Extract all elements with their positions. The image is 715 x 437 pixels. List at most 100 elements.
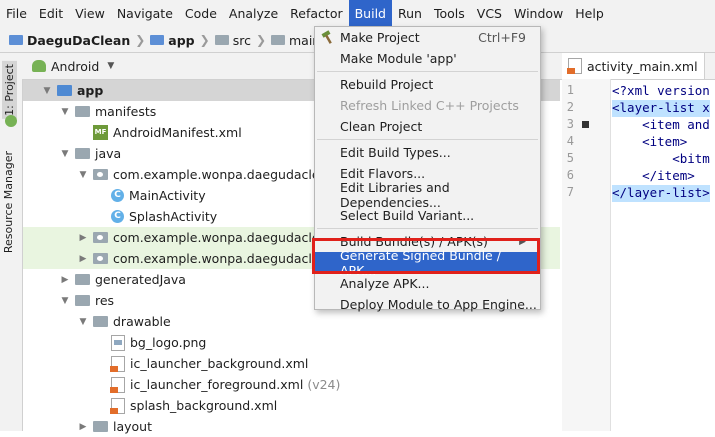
chevron-down-icon[interactable]: ▼ <box>77 317 89 327</box>
module-folder-icon <box>9 35 23 45</box>
chevron-down-icon[interactable]: ▼ <box>59 149 71 159</box>
tree-item-label: java <box>95 146 122 161</box>
build-menu-item-label: Deploy Module to App Engine... <box>340 297 537 312</box>
tree-file-item[interactable]: splash_background.xml <box>23 395 560 416</box>
class-icon: C <box>111 210 124 223</box>
package-icon <box>93 169 108 180</box>
menu-navigate[interactable]: Navigate <box>111 0 179 28</box>
tree-item-label: manifests <box>95 104 157 119</box>
chevron-down-icon[interactable]: ▼ <box>41 86 53 96</box>
build-menu-item-label: Select Build Variant... <box>340 208 475 223</box>
class-icon: C <box>111 189 124 202</box>
android-icon <box>32 60 46 72</box>
chevron-right-icon[interactable]: ▶ <box>77 254 89 264</box>
build-menu-item[interactable]: Edit Build Types... <box>315 142 540 163</box>
code-line: </item> <box>612 168 695 183</box>
tree-file-item[interactable]: bg_logo.png <box>23 332 560 353</box>
editor-tab-bar: activity_main.xml <box>562 53 715 80</box>
highlight-annotation-box <box>312 238 540 274</box>
line-number: 7 <box>566 185 574 199</box>
breakpoint-marker-icon <box>582 121 589 128</box>
module-folder-icon <box>150 35 165 45</box>
tree-item-suffix: (v24) <box>307 377 341 392</box>
editor-tab-activity-main[interactable]: activity_main.xml <box>562 53 705 79</box>
project-tool-tab[interactable]: 1: Project <box>2 61 17 119</box>
folder-icon <box>75 148 90 159</box>
build-menu-item-label: Edit Build Types... <box>340 145 451 160</box>
module-name: app <box>77 83 104 98</box>
build-menu-item[interactable]: Clean Project <box>315 116 540 137</box>
menu-bar: File Edit View Navigate Code Analyze Refactor B… <box>0 0 715 28</box>
menu-file[interactable]: File <box>0 0 33 28</box>
build-menu-item-label: Make Module 'app' <box>340 51 457 66</box>
package-icon <box>93 253 108 264</box>
shortcut-label: Ctrl+F9 <box>478 30 526 45</box>
xml-file-icon <box>567 58 582 74</box>
tree-file-item[interactable]: ic_launcher_foreground.xml (v24) <box>23 374 560 395</box>
chevron-right-icon[interactable]: ▶ <box>77 422 89 432</box>
left-tool-strip: 1: Project Resource Manager <box>0 53 23 431</box>
build-menu-item-label: Refresh Linked C++ Projects <box>340 98 519 113</box>
build-menu-item[interactable]: Deploy Module to App Engine... <box>315 294 540 315</box>
chevron-down-icon[interactable]: ▼ <box>77 170 89 180</box>
breadcrumb-item[interactable]: DaeguDaClean <box>6 33 133 48</box>
chevron-down-icon[interactable]: ▼ <box>59 296 71 306</box>
tree-item-label: AndroidManifest.xml <box>113 125 242 140</box>
build-menu-item-label: Rebuild Project <box>340 77 434 92</box>
build-menu-item-label: Clean Project <box>340 119 423 134</box>
menu-analyze[interactable]: Analyze <box>223 0 284 28</box>
tree-item-label: SplashActivity <box>129 209 218 224</box>
menu-help[interactable]: Help <box>569 0 610 28</box>
code-line: <item> <box>612 134 688 149</box>
build-menu-item[interactable]: Analyze APK... <box>315 273 540 294</box>
menu-separator <box>317 139 538 140</box>
chevron-right-icon[interactable]: ▶ <box>77 233 89 243</box>
line-number: 6 <box>566 168 574 182</box>
menu-edit[interactable]: Edit <box>33 0 69 28</box>
menu-build[interactable]: Build <box>348 0 392 28</box>
menu-view[interactable]: View <box>69 0 111 28</box>
build-menu-item[interactable]: Make Module 'app' <box>315 48 540 69</box>
menu-tools[interactable]: Tools <box>428 0 471 28</box>
menu-vcs[interactable]: VCS <box>471 0 508 28</box>
line-number: 1 <box>566 83 574 97</box>
line-number: 5 <box>566 151 574 165</box>
menu-separator <box>317 228 538 229</box>
tree-folder-item[interactable]: ▶ layout <box>23 416 560 437</box>
menu-window[interactable]: Window <box>508 0 569 28</box>
resource-manager-tab[interactable]: Resource Manager <box>2 151 15 253</box>
menu-run[interactable]: Run <box>392 0 428 28</box>
build-menu-item: Refresh Linked C++ Projects <box>315 95 540 116</box>
breadcrumb-item[interactable]: src <box>212 33 254 48</box>
folder-icon <box>271 35 285 45</box>
chevron-down-icon: ▼ <box>107 61 115 71</box>
build-menu-item[interactable]: Rebuild Project <box>315 74 540 95</box>
tree-item-label: layout <box>113 419 153 434</box>
menu-code[interactable]: Code <box>179 0 223 28</box>
tree-file-item[interactable]: ic_launcher_background.xml <box>23 353 560 374</box>
xml-file-icon <box>110 355 125 372</box>
breadcrumb-label: app <box>168 32 195 48</box>
tree-item-label: drawable <box>113 314 171 329</box>
menu-refactor[interactable]: Refactor <box>284 0 348 28</box>
folder-icon <box>93 316 108 327</box>
folder-icon <box>214 35 229 45</box>
folder-icon <box>75 274 90 285</box>
breadcrumb-label: src <box>232 32 251 48</box>
folder-icon <box>75 295 90 306</box>
breadcrumb-item[interactable]: app <box>147 33 197 48</box>
chevron-right-icon[interactable]: ▶ <box>59 275 71 285</box>
build-menu-item-label: Analyze APK... <box>340 276 430 291</box>
chevron-down-icon[interactable]: ▼ <box>59 107 71 117</box>
build-menu-item[interactable]: Edit Libraries and Dependencies... <box>315 180 540 210</box>
build-menu-item[interactable]: Select Build Variant... <box>315 205 540 226</box>
tree-item-label: MainActivity <box>129 188 206 203</box>
code-line: <?xml version <box>612 83 710 98</box>
tree-item-label: ic_launcher_foreground.xml <box>130 377 304 392</box>
tree-item-label: com.example.wonpa.daegudaclean <box>113 251 336 266</box>
xml-file-icon <box>110 397 125 414</box>
package-icon <box>93 232 108 243</box>
build-menu-item[interactable]: Make Project Ctrl+F9 <box>315 27 540 48</box>
project-view-selector[interactable]: Android ▼ <box>51 59 114 74</box>
android-icon <box>5 115 17 127</box>
